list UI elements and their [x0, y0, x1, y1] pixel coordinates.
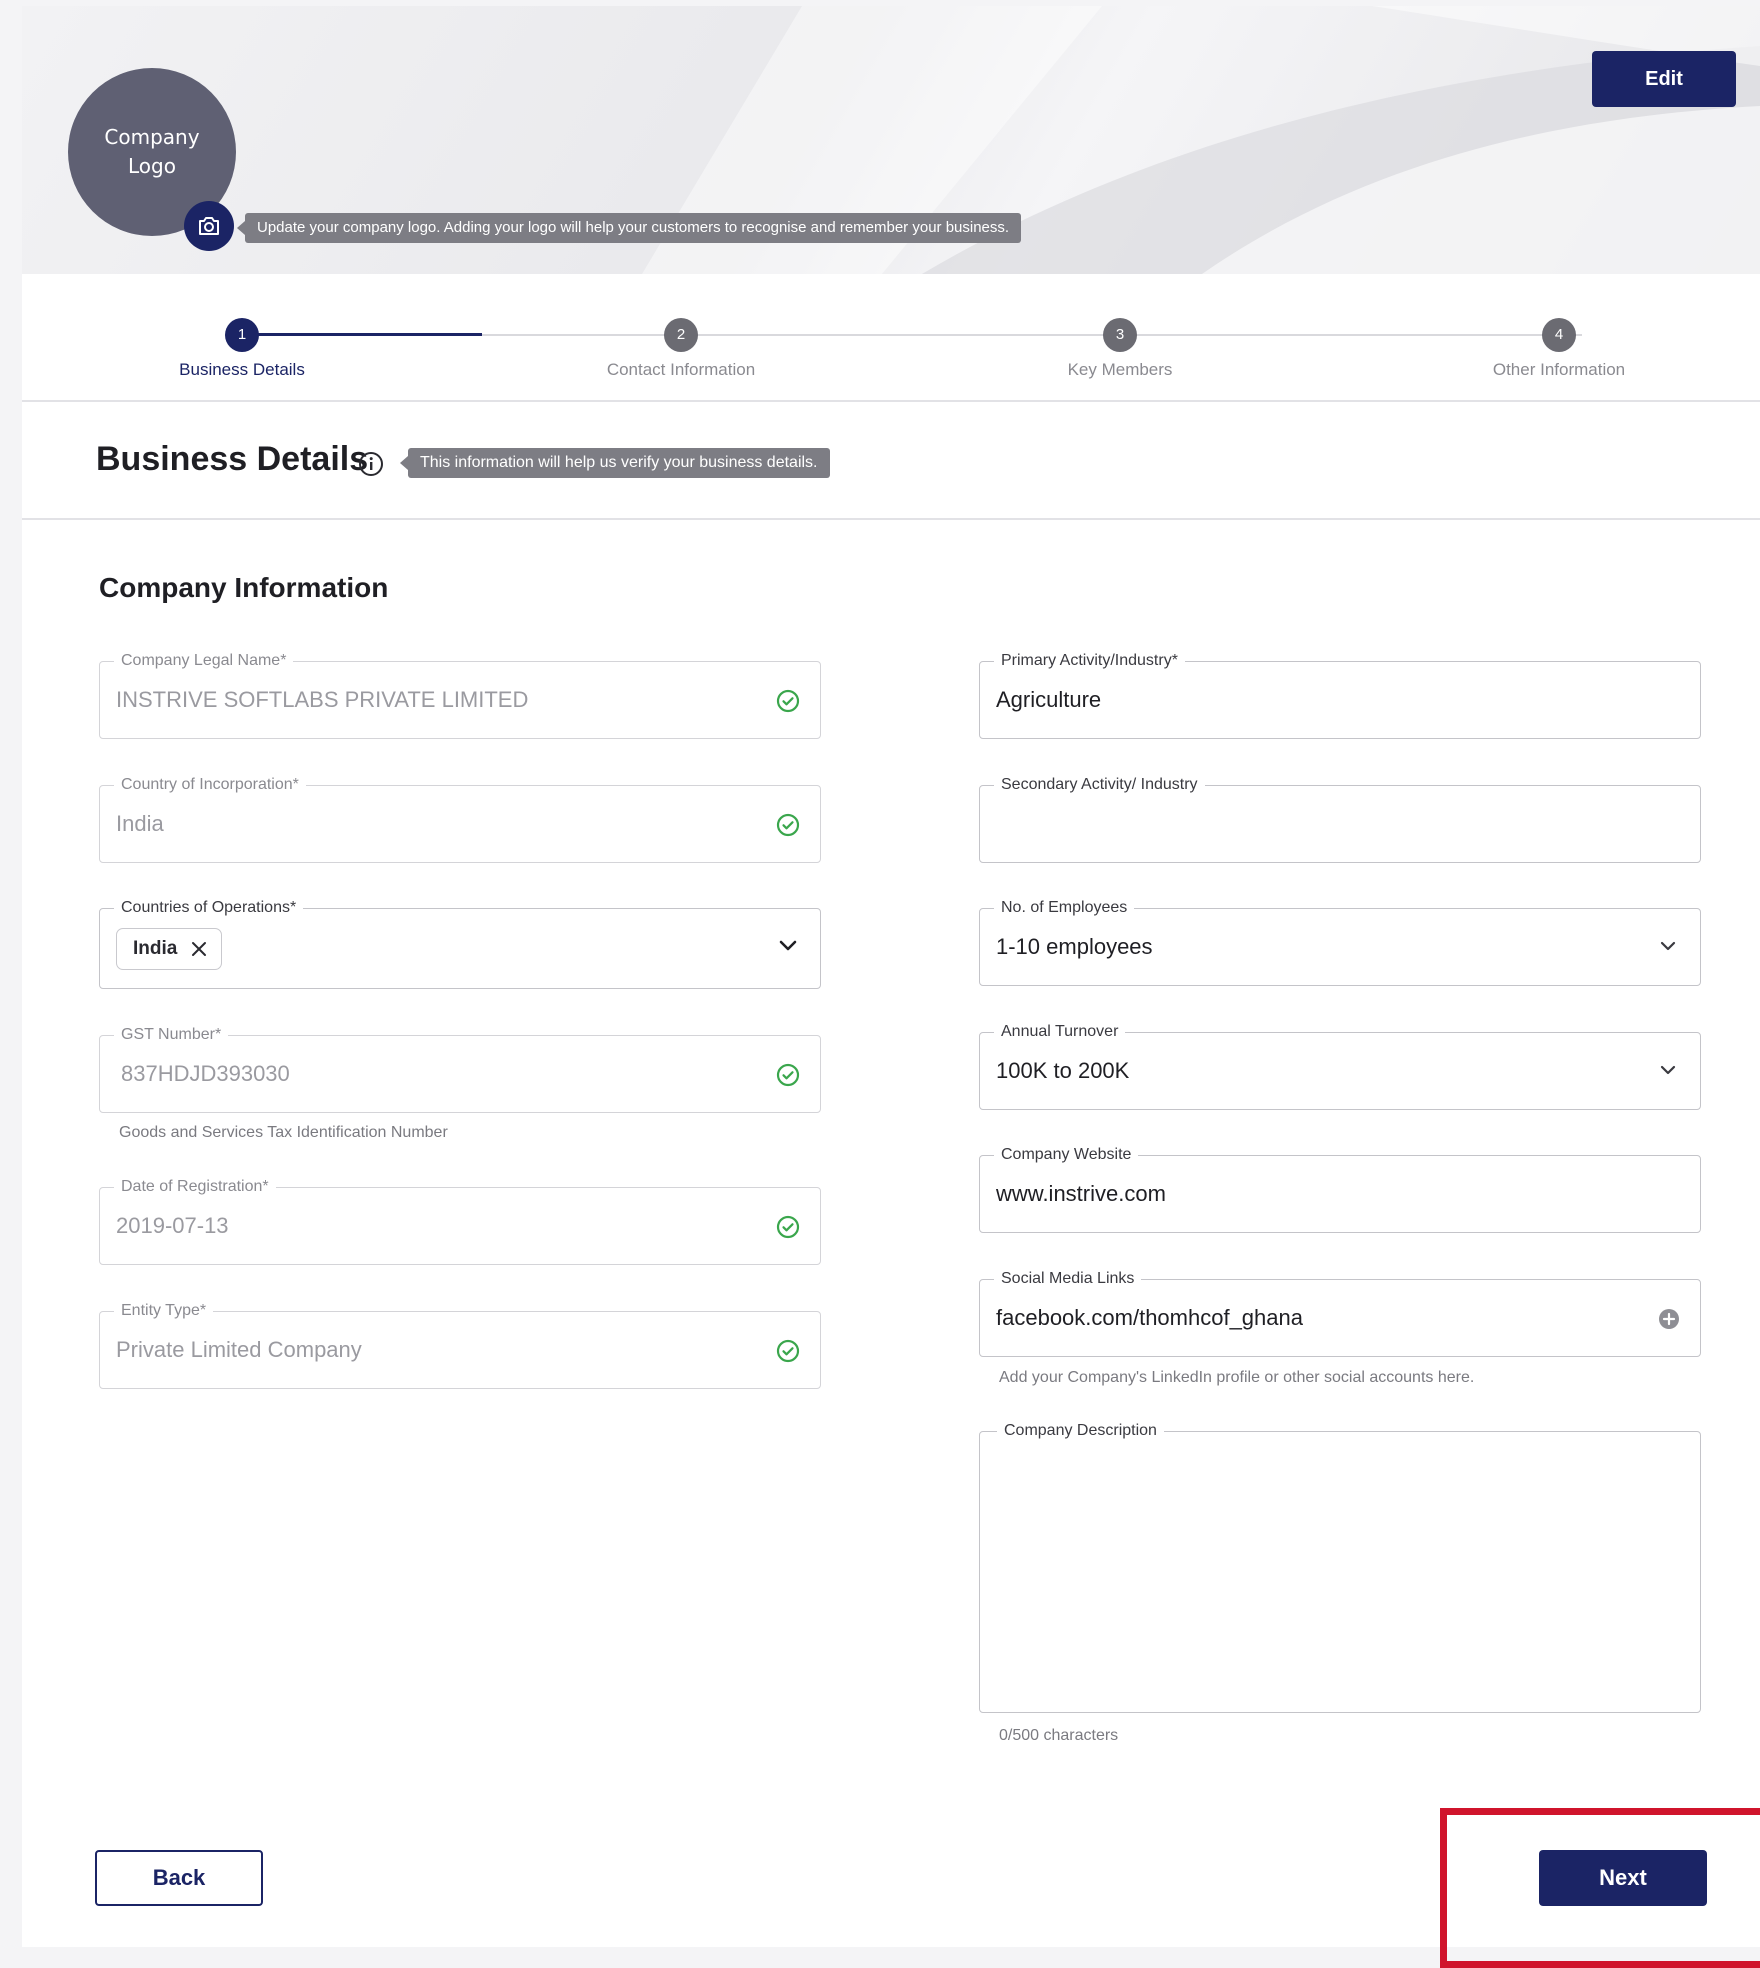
upload-logo-button[interactable]	[184, 201, 234, 251]
country-chip: India	[116, 928, 223, 970]
next-button[interactable]: Next	[1539, 1850, 1707, 1906]
social-media-links-field[interactable]: Social Media Links facebook.com/thomhcof…	[979, 1269, 1701, 1357]
edit-button[interactable]: Edit	[1592, 51, 1736, 107]
step-number: 4	[1542, 318, 1576, 352]
step-other-information[interactable]: 4 Other Information	[1429, 318, 1689, 380]
gst-helper-text: Goods and Services Tax Identification Nu…	[119, 1124, 448, 1141]
employees-select[interactable]: No. of Employees 1-10 employees	[979, 898, 1701, 986]
field-value: Private Limited Company	[116, 1337, 362, 1362]
info-icon[interactable]	[358, 451, 384, 477]
chevron-down-icon[interactable]	[778, 939, 798, 953]
annual-turnover-select[interactable]: Annual Turnover 100K to 200K	[979, 1022, 1701, 1110]
countries-of-operations-select[interactable]: Countries of Operations* India	[99, 898, 821, 989]
field-value: India	[116, 811, 164, 836]
close-icon[interactable]	[191, 941, 207, 957]
primary-activity-field[interactable]: Primary Activity/Industry* Agriculture	[979, 651, 1701, 739]
check-circle-icon	[776, 1063, 800, 1087]
field-value: 2019-07-13	[116, 1213, 229, 1238]
chevron-down-icon[interactable]	[1658, 939, 1678, 953]
step-label: Other Information	[1492, 360, 1626, 379]
field-value: INSTRIVE SOFTLABS PRIVATE LIMITED	[116, 687, 529, 712]
progress-stepper: 1 Business Details 2 Contact Information…	[22, 274, 1760, 402]
step-label: Key Members	[1067, 360, 1173, 379]
field-label: Company Description	[997, 1421, 1164, 1441]
back-button[interactable]: Back	[95, 1850, 263, 1906]
step-number: 1	[225, 318, 259, 352]
social-helper-text: Add your Company's LinkedIn profile or o…	[999, 1369, 1475, 1386]
field-value: www.instrive.com	[996, 1181, 1166, 1206]
step-number: 3	[1103, 318, 1137, 352]
logo-tooltip: Update your company logo. Adding your lo…	[236, 213, 1022, 243]
step-key-members[interactable]: 3 Key Members	[990, 318, 1250, 380]
section-subtitle: Company Information	[99, 572, 389, 603]
check-circle-icon	[776, 813, 800, 837]
step-business-details[interactable]: 1 Business Details	[112, 318, 372, 380]
field-value: 837HDJD393030	[121, 1061, 290, 1086]
section-tooltip: This information will help us verify you…	[400, 448, 830, 478]
field-value: Agriculture	[996, 687, 1102, 712]
logo-placeholder-text: Company Logo	[104, 125, 200, 178]
gst-number-field[interactable]: GST Number* 837HDJD393030	[99, 1025, 821, 1113]
step-label: Business Details	[179, 360, 305, 379]
field-value: facebook.com/thomhcof_ghana	[996, 1305, 1303, 1330]
field-label: Countries of Operations*	[114, 898, 304, 918]
country-of-incorporation-field[interactable]: Country of Incorporation* India	[99, 775, 821, 863]
field-value: 100K to 200K	[996, 1058, 1130, 1083]
step-label: Contact Information	[606, 360, 756, 379]
field-label: Secondary Activity/ Industry	[994, 775, 1205, 795]
entity-type-field[interactable]: Entity Type* Private Limited Company	[99, 1301, 821, 1389]
company-website-field[interactable]: Company Website www.instrive.com	[979, 1145, 1701, 1233]
date-of-registration-field[interactable]: Date of Registration* 2019-07-13	[99, 1177, 821, 1265]
company-legal-name-field[interactable]: Company Legal Name* INSTRIVE SOFTLABS PR…	[99, 651, 821, 739]
page-title: Business Details	[96, 440, 369, 478]
section-header: Business Details This information will h…	[22, 402, 1760, 520]
company-description-textarea[interactable]: Company Description	[979, 1421, 1701, 1713]
secondary-activity-field[interactable]: Secondary Activity/ Industry	[979, 775, 1701, 863]
camera-icon	[199, 217, 219, 235]
check-circle-icon	[776, 1215, 800, 1239]
business-details-card: Company Logo Update your company logo. A…	[22, 6, 1760, 1947]
check-circle-icon	[776, 1339, 800, 1363]
chevron-down-icon[interactable]	[1658, 1063, 1678, 1077]
character-counter: 0/500 characters	[999, 1727, 1119, 1744]
check-circle-icon	[776, 689, 800, 713]
step-number: 2	[664, 318, 698, 352]
step-contact-information[interactable]: 2 Contact Information	[551, 318, 811, 380]
chip-label: India	[133, 938, 178, 959]
plus-circle-icon[interactable]	[1658, 1308, 1680, 1330]
field-value: 1-10 employees	[996, 934, 1153, 959]
profile-banner: Company Logo Update your company logo. A…	[22, 6, 1760, 274]
